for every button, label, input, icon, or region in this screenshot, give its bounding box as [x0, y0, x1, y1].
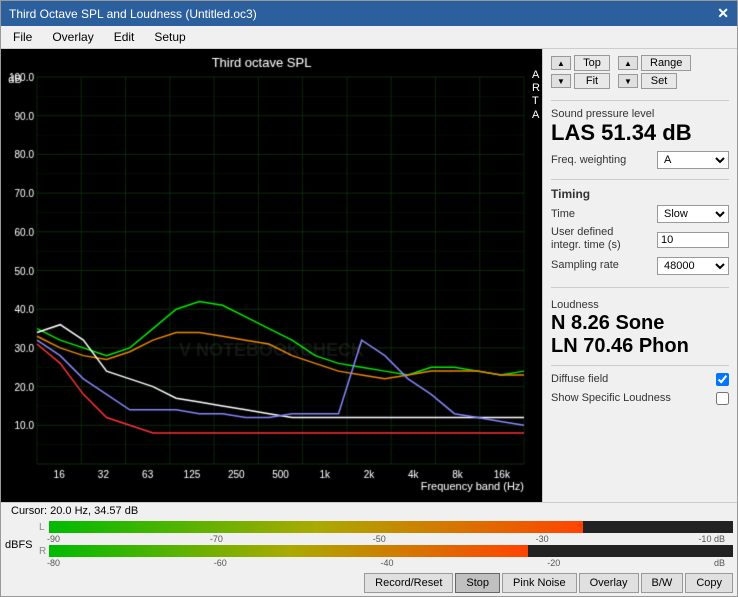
bw-button[interactable]: B/W — [641, 573, 684, 593]
menu-edit[interactable]: Edit — [106, 28, 143, 46]
meter-row: dBFS L -90 -70 -50 -30 -10 dB R — [1, 519, 737, 570]
freq-weighting-label: Freq. weighting — [551, 154, 626, 166]
range-set-group: ▲ Range ▼ Set — [618, 55, 691, 89]
main-window: Third Octave SPL and Loudness (Untitled.… — [0, 0, 738, 597]
range-row: ▲ Range — [618, 55, 691, 71]
time-select[interactable]: Slow Fast Impulse — [657, 205, 729, 223]
dbfs-label: dBFS — [5, 539, 35, 551]
divider-4 — [551, 365, 729, 366]
loudness-section: Loudness N 8.26 Sone LN 70.46 Phon — [551, 299, 729, 358]
range-button[interactable]: Range — [641, 55, 691, 71]
top-up-btn[interactable]: ▲ — [551, 56, 571, 70]
meter-l-bar — [49, 521, 733, 533]
diffuse-field-checkbox[interactable] — [716, 373, 729, 386]
record-reset-button[interactable]: Record/Reset — [364, 573, 453, 593]
set-down-btn[interactable]: ▼ — [618, 74, 638, 88]
user-defined-label: User defined integr. time (s) — [551, 226, 641, 252]
range-up-btn[interactable]: ▲ — [618, 56, 638, 70]
divider-1 — [551, 100, 729, 101]
top-controls: ▲ Top ▼ Fit ▲ Range ▼ Set — [551, 55, 729, 89]
meter-r-fill — [49, 545, 528, 557]
show-specific-label: Show Specific Loudness — [551, 392, 671, 404]
meter-r-scale: -80 -60 -40 -20 dB — [39, 558, 733, 568]
right-panel: ▲ Top ▼ Fit ▲ Range ▼ Set — [542, 49, 737, 502]
set-button[interactable]: Set — [641, 73, 677, 89]
fit-button[interactable]: Fit — [574, 73, 610, 89]
freq-weighting-row: Freq. weighting A C Z — [551, 151, 729, 169]
divider-3 — [551, 287, 729, 288]
meter-l-scale: -90 -70 -50 -30 -10 dB — [39, 534, 733, 544]
user-defined-row: User defined integr. time (s) — [551, 226, 729, 253]
copy-button[interactable]: Copy — [685, 573, 733, 593]
freq-band-label — [144, 509, 733, 513]
meter-r-row: R — [39, 545, 733, 557]
spl-value: LAS 51.34 dB — [551, 121, 729, 145]
top-button[interactable]: Top — [574, 55, 610, 71]
bottom-area: Cursor: 20.0 Hz, 34.57 dB dBFS L -90 -70… — [1, 502, 737, 596]
window-title: Third Octave SPL and Loudness (Untitled.… — [9, 7, 257, 21]
spl-section: Sound pressure level LAS 51.34 dB — [551, 108, 729, 145]
menu-file[interactable]: File — [5, 28, 40, 46]
top-row: ▲ Top — [551, 55, 610, 71]
menu-setup[interactable]: Setup — [146, 28, 193, 46]
loudness-n-value: N 8.26 Sone — [551, 312, 729, 335]
meter-l-row: L — [39, 521, 733, 533]
spl-section-label: Sound pressure level — [551, 108, 729, 120]
freq-weighting-select[interactable]: A C Z — [657, 151, 729, 169]
chart-wrapper: ARTA — [1, 49, 542, 502]
sampling-rate-label: Sampling rate — [551, 259, 619, 271]
diffuse-field-label: Diffuse field — [551, 373, 608, 385]
meter-r-bar — [49, 545, 733, 557]
meter-l-fill — [49, 521, 583, 533]
meter-container: L -90 -70 -50 -30 -10 dB R — [39, 521, 733, 568]
time-row: Time Slow Fast Impulse — [551, 205, 729, 223]
show-specific-checkbox[interactable] — [716, 392, 729, 405]
menu-overlay[interactable]: Overlay — [44, 28, 101, 46]
title-bar: Third Octave SPL and Loudness (Untitled.… — [1, 1, 737, 26]
loudness-ln-value: LN 70.46 Phon — [551, 335, 729, 358]
loudness-section-label: Loudness — [551, 299, 729, 311]
menu-bar: File Overlay Edit Setup — [1, 26, 737, 49]
close-button[interactable]: ✕ — [717, 5, 729, 22]
sampling-rate-row: Sampling rate 48000 44100 96000 — [551, 257, 729, 275]
arta-label: ARTA — [532, 69, 540, 122]
fit-down-btn[interactable]: ▼ — [551, 74, 571, 88]
buttons-row: Record/Reset Stop Pink Noise Overlay B/W… — [1, 570, 737, 596]
timing-title: Timing — [551, 187, 729, 201]
overlay-button[interactable]: Overlay — [579, 573, 639, 593]
top-fit-group: ▲ Top ▼ Fit — [551, 55, 610, 89]
timing-section: Timing Time Slow Fast Impulse User defin… — [551, 187, 729, 277]
cursor-info: Cursor: 20.0 Hz, 34.57 dB — [5, 503, 144, 519]
user-defined-input[interactable] — [657, 232, 729, 248]
diffuse-field-row: Diffuse field — [551, 373, 729, 386]
chart-canvas — [1, 49, 542, 502]
divider-2 — [551, 179, 729, 180]
fit-row: ▼ Fit — [551, 73, 610, 89]
sampling-rate-select[interactable]: 48000 44100 96000 — [657, 257, 729, 275]
show-specific-row: Show Specific Loudness — [551, 392, 729, 405]
stop-button[interactable]: Stop — [455, 573, 500, 593]
pink-noise-button[interactable]: Pink Noise — [502, 573, 577, 593]
set-row: ▼ Set — [618, 73, 691, 89]
time-label: Time — [551, 208, 575, 220]
main-content: ARTA ▲ Top ▼ Fit ▲ — [1, 49, 737, 502]
